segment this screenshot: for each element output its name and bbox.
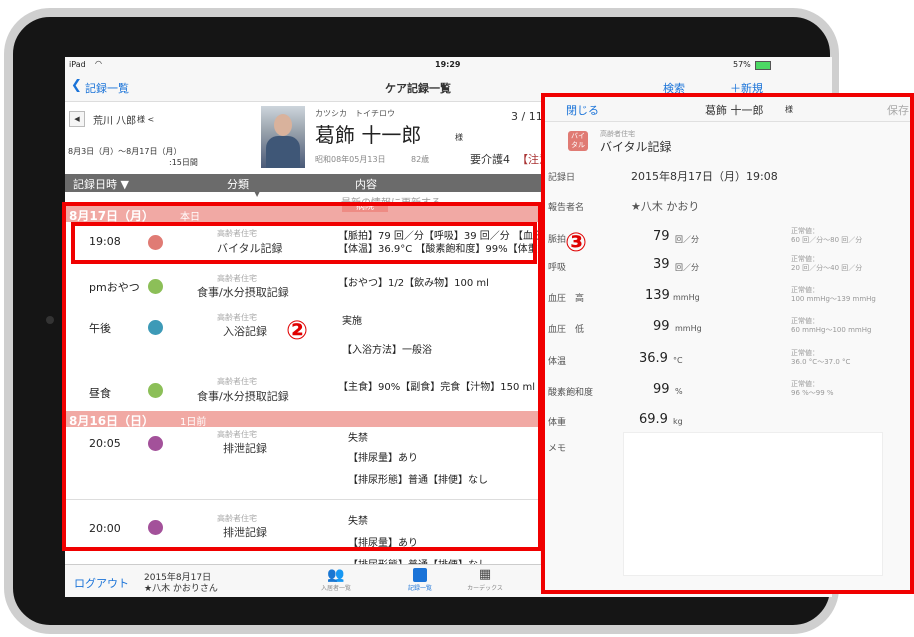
tab-label: カーデックス — [467, 585, 503, 592]
record-date[interactable]: 2015年8月17日（月）19:08 — [631, 168, 778, 184]
logout-button[interactable]: ログアウト — [74, 575, 129, 591]
panel-toolbar: 閉じる 葛飾 十一郎 様 保存 — [545, 97, 910, 122]
normal-range-label: 正常値： — [791, 286, 819, 294]
tab-residents[interactable]: 👥 入居者一覧 — [311, 567, 361, 597]
back-button[interactable]: 記録一覧 — [85, 80, 129, 96]
care-level: 要介護4 — [470, 153, 510, 166]
normal-range: 60 回／分〜80 回／分 — [791, 236, 863, 244]
battery-icon — [755, 61, 771, 70]
patient-age: 82歳 — [411, 155, 430, 164]
page-indicator: 3 / 11 — [511, 110, 543, 123]
vital-value[interactable]: 39 — [653, 257, 670, 272]
vital-value[interactable]: 99 — [653, 382, 670, 397]
normal-range: 60 mmHg〜100 mmHg — [791, 326, 872, 334]
callout-number-2: ② — [286, 316, 309, 346]
people-icon: 👥 — [327, 567, 345, 583]
reporter-label: 報告者名 — [548, 203, 585, 213]
vital-value[interactable]: 79 — [653, 229, 670, 244]
home-camera — [46, 316, 54, 324]
vital-unit: 回／分 — [675, 263, 699, 272]
save-button[interactable]: 保存 — [887, 102, 909, 118]
notepad-icon — [413, 568, 427, 582]
panel-patient-name: 葛飾 十一郎 — [705, 104, 764, 117]
vital-label: 酸素飽和度 — [548, 388, 594, 398]
normal-range-label: 正常値： — [791, 227, 819, 235]
memo-field[interactable] — [623, 432, 883, 576]
memo-label: メモ — [548, 444, 567, 454]
vital-value[interactable]: 36.9 — [639, 351, 668, 366]
wifi-icon: ◠ — [95, 59, 102, 68]
vital-unit: °C — [673, 356, 683, 365]
login-user: ★八木 かおりさん — [144, 584, 218, 594]
vital-label: 脈拍 — [548, 235, 567, 245]
normal-range-label: 正常値： — [791, 317, 819, 325]
date-range: 8月3日（月）〜8月17日（月） — [68, 147, 182, 156]
status-time: 19:29 — [435, 60, 461, 69]
page-title: ケア記録一覧 — [385, 82, 451, 95]
vital-row-bp-low[interactable]: 血圧 低 99 mmHg 正常値： 60 mmHg〜100 mmHg — [545, 314, 910, 340]
vital-detail-panel: 閉じる 葛飾 十一郎 様 保存 バイ タル 高齢者住宅 バイタル記録 記録日 2… — [541, 93, 914, 594]
vital-unit: mmHg — [673, 293, 700, 302]
vital-label: 体重 — [548, 418, 567, 428]
tab-kardex[interactable]: ▦ カーデックス — [460, 567, 510, 597]
vital-row-respiration[interactable]: 呼吸 39 回／分 正常値： 20 回／分〜40 回／分 — [545, 252, 910, 278]
patient-photo — [261, 106, 305, 168]
patient-honorific: 様 — [455, 133, 463, 142]
normal-range: 96 %〜99 % — [791, 389, 834, 397]
sort-datetime-header[interactable]: 記録日時 ▼ — [73, 176, 129, 192]
prev-patient-name[interactable]: 荒川 八郎 — [93, 112, 136, 127]
battery-percent: 57% — [733, 60, 751, 69]
tab-records[interactable]: 記録一覧 — [395, 567, 445, 597]
panel-honorific: 様 — [785, 105, 793, 114]
vital-label: 呼吸 — [548, 263, 567, 273]
vital-unit: kg — [673, 417, 683, 426]
vital-label: 血圧 高 — [548, 294, 585, 304]
normal-range: 100 mmHg〜139 mmHg — [791, 295, 876, 303]
record-title: バイタル記録 — [600, 140, 672, 154]
highlight-box-selected-row — [71, 222, 537, 264]
normal-range-label: 正常値： — [791, 349, 819, 357]
vital-value[interactable]: 99 — [653, 319, 670, 334]
vital-label: 体温 — [548, 357, 567, 367]
content-header: 内容 — [355, 178, 377, 191]
back-chevron-icon[interactable]: ❮ — [71, 78, 82, 93]
patient-name: 葛飾 十一郎 — [315, 123, 422, 147]
tab-label: 記録一覧 — [407, 585, 432, 592]
prev-patient-button[interactable]: ◀ — [69, 111, 85, 127]
days-count: :15日間 — [169, 158, 198, 167]
normal-range-label: 正常値： — [791, 380, 819, 388]
vital-unit: % — [675, 387, 683, 396]
patient-kana: カツシカ トイチロウ — [315, 109, 395, 118]
close-button[interactable]: 閉じる — [566, 102, 599, 118]
vital-row-bp-high[interactable]: 血圧 高 139 mmHg 正常値： 100 mmHg〜139 mmHg — [545, 283, 910, 309]
grid-icon: ▦ — [478, 567, 492, 582]
category-header: 分類 — [227, 178, 249, 191]
vital-row-temperature[interactable]: 体温 36.9 °C 正常値： 36.0 °C〜37.0 °C — [545, 346, 910, 372]
normal-range-label: 正常値： — [791, 255, 819, 263]
vital-category-icon: バイ タル — [568, 131, 588, 151]
status-bar: iPad ◠ 19:29 57% — [65, 57, 832, 73]
vital-unit: mmHg — [675, 324, 702, 333]
vital-row-weight[interactable]: 体重 69.9 kg — [545, 407, 910, 433]
prev-patient-suffix: 様 < — [137, 115, 155, 124]
vital-label: 血圧 低 — [548, 325, 585, 335]
vital-value[interactable]: 69.9 — [639, 412, 668, 427]
vital-value[interactable]: 139 — [645, 288, 670, 303]
vital-unit: 回／分 — [675, 235, 699, 244]
vital-row-oxygen[interactable]: 酸素飽和度 99 % 正常値： 96 %〜99 % — [545, 377, 910, 403]
reporter-name[interactable]: ★八木 かおり — [631, 198, 699, 214]
date-label: 記録日 — [548, 173, 576, 183]
vital-row-pulse[interactable]: 脈拍 79 回／分 正常値： 60 回／分〜80 回／分 — [545, 224, 910, 250]
callout-number-3: ③ — [565, 228, 588, 258]
normal-range: 20 回／分〜40 回／分 — [791, 264, 863, 272]
device-label: iPad — [69, 60, 86, 69]
tab-label: 入居者一覧 — [320, 585, 351, 592]
pull-arrow-icon: ▼ — [254, 192, 261, 198]
patient-birthday: 昭和08年05月13日 — [315, 155, 386, 164]
normal-range: 36.0 °C〜37.0 °C — [791, 358, 851, 366]
